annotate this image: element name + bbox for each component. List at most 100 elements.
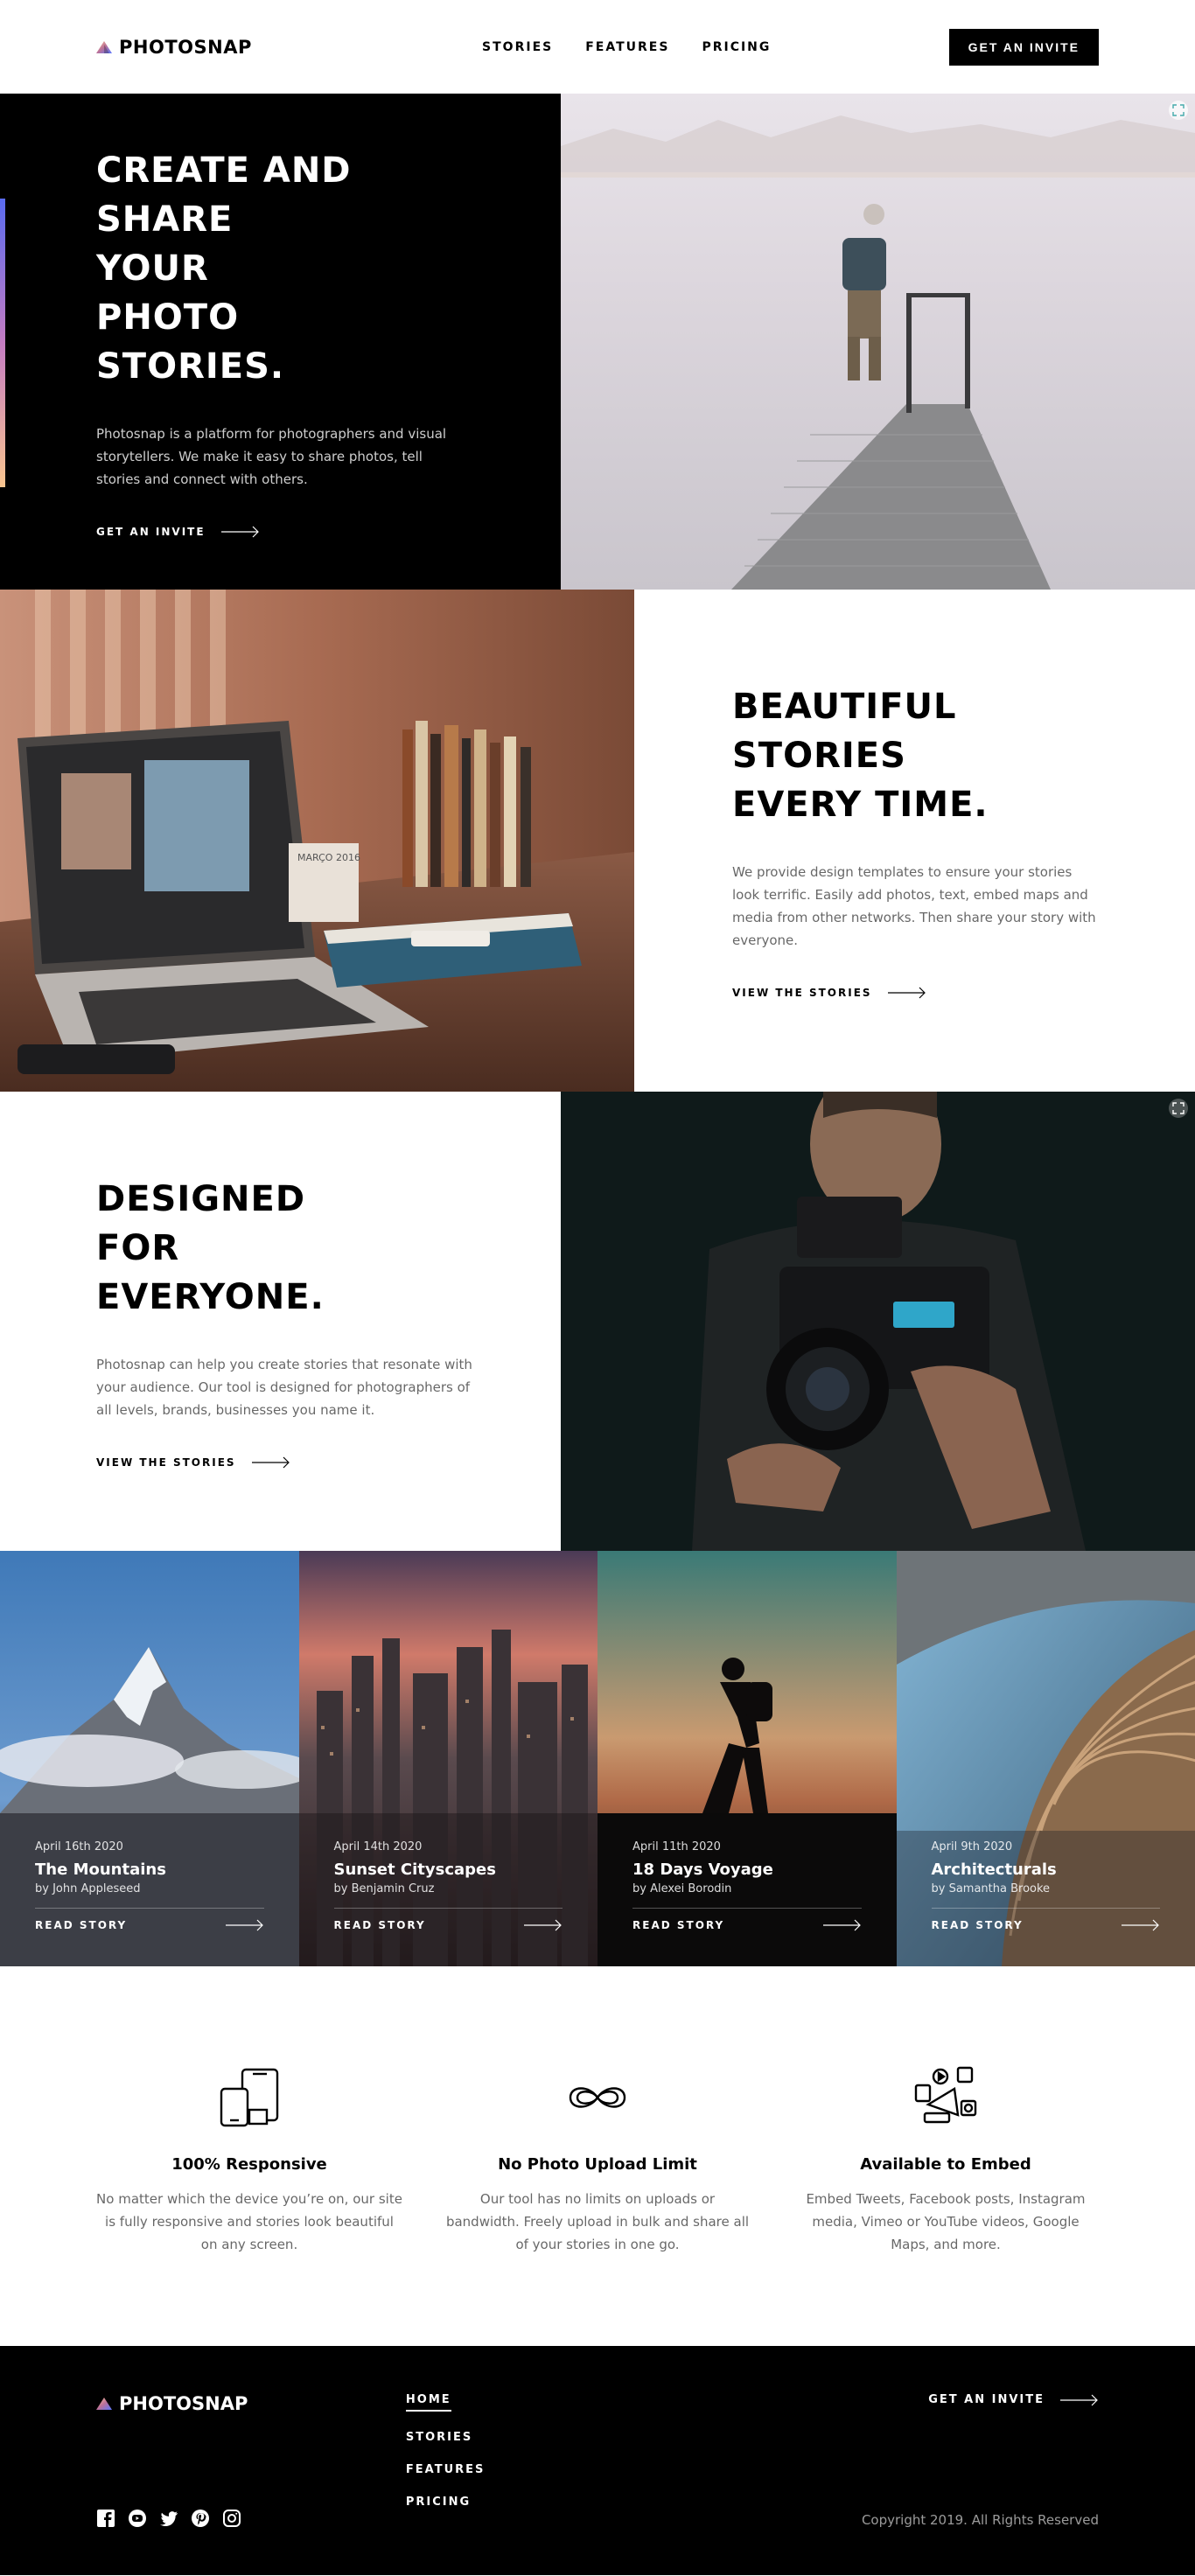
story-card[interactable]: April 9th 2020 Architecturals by Samanth…	[896, 1551, 1195, 1966]
read-story-label: READ STORY	[35, 1919, 128, 1931]
beautiful-stories-section: MARÇO 2016 BEAUTIFUL STORIES EVERY TIME.…	[0, 590, 1195, 1092]
expand-icon[interactable]	[1169, 101, 1188, 120]
designed-body: Photosnap can help you create stories th…	[96, 1356, 472, 1418]
story-date: April 11th 2020	[632, 1840, 721, 1853]
story-date: April 9th 2020	[931, 1840, 1013, 1853]
feature-title: 100% Responsive	[171, 2155, 327, 2174]
beautiful-view-label: VIEW THE STORIES	[732, 987, 872, 999]
footer-nav-pricing[interactable]: PRICING	[406, 2496, 486, 2509]
feature-body: Our tool has no limits on uploads or ban…	[445, 2191, 750, 2252]
main-nav: STORIES FEATURES PRICING	[482, 40, 771, 54]
camera-photo-image	[561, 1092, 1195, 1551]
beautiful-text-panel: BEAUTIFUL STORIES EVERY TIME. We provide…	[634, 590, 1195, 1092]
logo-mark-icon	[96, 2398, 112, 2410]
read-story-label: READ STORY	[632, 1919, 725, 1931]
twitter-icon[interactable]	[159, 2509, 178, 2528]
nav-stories[interactable]: STORIES	[482, 40, 553, 54]
nav-features[interactable]: FEATURES	[585, 40, 669, 54]
feature-body: Embed Tweets, Facebook posts, Instagram …	[806, 2191, 1086, 2252]
designed-view-label: VIEW THE STORIES	[96, 1456, 236, 1469]
story-info: April 11th 2020 18 Days Voyage by Alexei…	[632, 1840, 862, 1931]
social-links	[96, 2509, 248, 2528]
expand-icon[interactable]	[1169, 1099, 1188, 1118]
divider	[333, 1908, 563, 1909]
read-story-link[interactable]: READ STORY	[334, 1919, 563, 1931]
stories-grid: April 16th 2020 The Mountains by John Ap…	[0, 1551, 1195, 1966]
responsive-devices-icon	[96, 2063, 402, 2133]
get-invite-button[interactable]: GET AN INVITE	[948, 28, 1099, 66]
nav-pricing[interactable]: PRICING	[702, 40, 771, 54]
beautiful-body: We provide design templates to ensure yo…	[732, 864, 1096, 948]
pinterest-icon[interactable]	[191, 2509, 210, 2528]
hero-invite-label: GET AN INVITE	[96, 525, 206, 538]
story-author: by Samantha Brooke	[931, 1882, 1051, 1895]
story-card[interactable]: April 11th 2020 18 Days Voyage by Alexei…	[598, 1551, 897, 1966]
hero-invite-link[interactable]: GET AN INVITE	[96, 526, 465, 538]
embed-media-icon	[793, 2063, 1099, 2133]
story-title: The Mountains	[35, 1860, 166, 1879]
arrow-right-icon	[524, 1919, 562, 1931]
feature-upload: No Photo Upload Limit Our tool has no li…	[444, 2063, 751, 2252]
laptop-photo: MARÇO 2016	[0, 590, 634, 1092]
story-title: 18 Days Voyage	[632, 1860, 773, 1879]
designed-section: DESIGNED FOR EVERYONE. Photosnap can hel…	[0, 1092, 1195, 1551]
arrow-right-icon	[1059, 2394, 1098, 2405]
footer-left: PHOTOSNAP	[96, 2393, 248, 2528]
facebook-icon[interactable]	[96, 2509, 115, 2528]
feature-title: No Photo Upload Limit	[498, 2155, 697, 2174]
arrow-right-icon	[225, 1919, 263, 1931]
footer-nav-home[interactable]: HOME	[405, 2393, 451, 2412]
divider	[931, 1908, 1160, 1909]
camera-photo	[561, 1092, 1195, 1551]
logo[interactable]: PHOTOSNAP	[96, 37, 252, 58]
hero-body: Photosnap is a platform for photographer…	[96, 425, 447, 487]
designed-view-link[interactable]: VIEW THE STORIES	[96, 1456, 465, 1469]
logo-text: PHOTOSNAP	[119, 36, 252, 58]
arrow-right-icon	[251, 1456, 290, 1468]
read-story-link[interactable]: READ STORY	[932, 1919, 1161, 1931]
arrow-right-icon	[887, 987, 926, 999]
logo-mark-icon	[96, 40, 112, 53]
arrow-right-icon	[822, 1919, 861, 1931]
read-story-link[interactable]: READ STORY	[35, 1919, 264, 1931]
hero-title: CREATE AND SHARE YOUR PHOTO STORIES.	[96, 150, 352, 387]
story-card[interactable]: April 16th 2020 The Mountains by John Ap…	[0, 1551, 299, 1966]
story-date: April 14th 2020	[333, 1840, 423, 1853]
footer-invite-link[interactable]: GET AN INVITE	[928, 2393, 1099, 2406]
accent-bar	[0, 199, 5, 487]
story-info: April 14th 2020 Sunset Cityscapes by Ben…	[333, 1840, 563, 1931]
footer-nav-features[interactable]: FEATURES	[406, 2463, 486, 2476]
divider	[35, 1908, 264, 1909]
site-footer: PHOTOSNAP HOME STORIES FEATURES PRICING …	[0, 2346, 1195, 2575]
footer-nav: HOME STORIES FEATURES PRICING	[405, 2393, 486, 2528]
arrow-right-icon	[1122, 1919, 1159, 1931]
laptop-photo-image: MARÇO 2016	[0, 590, 634, 1092]
site-header: PHOTOSNAP STORIES FEATURES PRICING GET A…	[0, 0, 1195, 94]
instagram-icon[interactable]	[222, 2509, 241, 2528]
divider	[632, 1908, 862, 1909]
logo-text: PHOTOSNAP	[119, 2393, 248, 2414]
story-author: by John Appleseed	[35, 1882, 141, 1895]
beautiful-view-link[interactable]: VIEW THE STORIES	[732, 987, 1097, 999]
story-info: April 9th 2020 Architecturals by Samanth…	[931, 1840, 1161, 1931]
story-date: April 16th 2020	[35, 1840, 123, 1853]
story-title: Sunset Cityscapes	[333, 1860, 496, 1879]
story-info: April 16th 2020 The Mountains by John Ap…	[35, 1840, 264, 1931]
feature-body: No matter which the device you’re on, ou…	[96, 2191, 402, 2252]
hero-text-panel: CREATE AND SHARE YOUR PHOTO STORIES. Pho…	[0, 94, 561, 590]
hero-section: CREATE AND SHARE YOUR PHOTO STORIES. Pho…	[0, 94, 1195, 590]
story-card[interactable]: April 14th 2020 Sunset Cityscapes by Ben…	[298, 1551, 598, 1966]
feature-title: Available to Embed	[860, 2155, 1031, 2174]
read-story-link[interactable]: READ STORY	[632, 1919, 862, 1931]
copyright: Copyright 2019. All Rights Reserved	[861, 2512, 1099, 2528]
story-author: by Benjamin Cruz	[333, 1882, 435, 1895]
youtube-icon[interactable]	[128, 2509, 147, 2528]
read-story-label: READ STORY	[931, 1919, 1024, 1931]
arrow-right-icon	[220, 526, 259, 537]
footer-logo[interactable]: PHOTOSNAP	[96, 2393, 248, 2414]
footer-invite-label: GET AN INVITE	[928, 2393, 1045, 2406]
read-story-label: READ STORY	[333, 1919, 426, 1931]
hero-photo-image	[561, 94, 1195, 590]
footer-nav-stories[interactable]: STORIES	[406, 2431, 486, 2444]
infinity-icon	[444, 2063, 751, 2133]
